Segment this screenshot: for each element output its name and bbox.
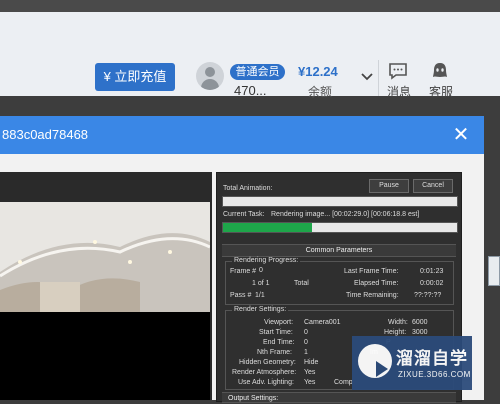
- side-tab[interactable]: [488, 256, 500, 286]
- time-remaining-value: ??:??:??: [414, 292, 442, 299]
- start-time-value: 0: [304, 329, 308, 336]
- total-animation-label: Total Animation:: [223, 185, 273, 192]
- current-task-progress: [222, 222, 458, 233]
- nth-frame-label: Nth Frame:: [257, 349, 293, 356]
- nth-frame-value: 1: [304, 349, 308, 356]
- cancel-button[interactable]: Cancel: [413, 179, 453, 193]
- viewport-value: Camera001: [304, 319, 341, 326]
- dialog-title: 883c0ad78468: [2, 127, 89, 142]
- watermark: 溜溜自学 ZIXUE.3D66.COM: [352, 336, 472, 390]
- width-value: 6000: [412, 319, 428, 326]
- avatar-body: [201, 79, 219, 90]
- one-of-one: 1 of 1: [252, 280, 270, 287]
- current-task-label: Current Task:: [223, 211, 265, 218]
- pass-value: 1/1: [255, 292, 265, 299]
- chevron-down-icon[interactable]: [360, 72, 374, 82]
- watermark-url: ZIXUE.3D66.COM: [398, 370, 471, 379]
- user-id[interactable]: 470...: [234, 83, 267, 98]
- watermark-brand: 溜溜自学: [396, 349, 468, 368]
- site-header: ¥ 立即充值 普通会员 470... ¥12.24 余额 消息 客服: [0, 12, 500, 99]
- render-atmosphere-value: Yes: [304, 369, 316, 376]
- rendered-frame-window: [0, 172, 212, 400]
- current-task-fill: [223, 223, 312, 232]
- play-icon: [376, 361, 388, 377]
- adv-lighting-value: Yes: [304, 379, 316, 386]
- adv-lighting-right: Comp: [334, 379, 353, 386]
- message-icon[interactable]: [388, 62, 408, 80]
- avatar[interactable]: [196, 62, 224, 90]
- top-strip: [0, 0, 500, 12]
- dialog-title-bar: 883c0ad78468: [0, 116, 484, 154]
- current-task-value: Rendering image... [00:02:29.0] [00:06:1…: [271, 211, 420, 218]
- render-settings-title: Render Settings:: [232, 306, 289, 313]
- output-settings-header[interactable]: Output Settings:: [222, 392, 456, 403]
- rendering-progress-title: Rendering Progress:: [232, 257, 301, 264]
- common-parameters-header[interactable]: Common Parameters: [222, 244, 456, 257]
- last-frame-time-value: 0:01:23: [420, 268, 444, 275]
- customer-service-icon[interactable]: [430, 62, 450, 80]
- messages-label[interactable]: 消息: [387, 83, 411, 100]
- service-label[interactable]: 客服: [429, 83, 453, 100]
- balance-amount: ¥12.24: [298, 64, 338, 79]
- render-atmosphere-label: Render Atmosphere:: [232, 369, 297, 376]
- hidden-geometry-value: Hide: [304, 359, 319, 366]
- close-icon[interactable]: ✕: [450, 124, 472, 146]
- end-time-value: 0: [304, 339, 308, 346]
- member-badge: 普通会员: [230, 64, 285, 80]
- total-label: Total: [294, 280, 309, 287]
- background-page-edge: [484, 96, 500, 400]
- total-animation-progress: [222, 196, 458, 207]
- adv-lighting-label: Use Adv. Lighting:: [238, 379, 294, 386]
- output-settings-label: Output Settings:: [228, 395, 279, 402]
- start-time-label: Start Time:: [259, 329, 293, 336]
- frame-label: Frame #: [230, 268, 257, 275]
- watermark-logo-icon: [358, 344, 392, 378]
- width-label: Width:: [388, 319, 408, 326]
- header-divider: [378, 60, 379, 96]
- pass-label: Pass #: [230, 292, 252, 299]
- height-value: 3000: [412, 329, 428, 336]
- height-label: Height:: [384, 329, 407, 336]
- elapsed-time-value: 0:00:02: [420, 280, 444, 287]
- render-viewport: [0, 202, 210, 400]
- recharge-button[interactable]: ¥ 立即充值: [95, 63, 175, 91]
- render-image: [0, 202, 210, 400]
- last-frame-time-label: Last Frame Time:: [344, 268, 399, 275]
- elapsed-time-label: Elapsed Time:: [354, 280, 399, 287]
- avatar-head: [205, 67, 215, 77]
- balance-label: 余额: [308, 85, 333, 99]
- time-remaining-label: Time Remaining:: [346, 292, 399, 299]
- end-time-label: End Time:: [263, 339, 295, 346]
- common-parameters-label: Common Parameters: [305, 247, 373, 254]
- viewport-label: Viewport:: [264, 319, 294, 326]
- rendering-progress-group: Rendering Progress: Frame # 0 1 of 1 Tot…: [225, 257, 454, 305]
- hidden-geometry-label: Hidden Geometry:: [239, 359, 296, 366]
- pause-button[interactable]: Pause: [369, 179, 409, 193]
- frame-value: 0: [259, 267, 263, 274]
